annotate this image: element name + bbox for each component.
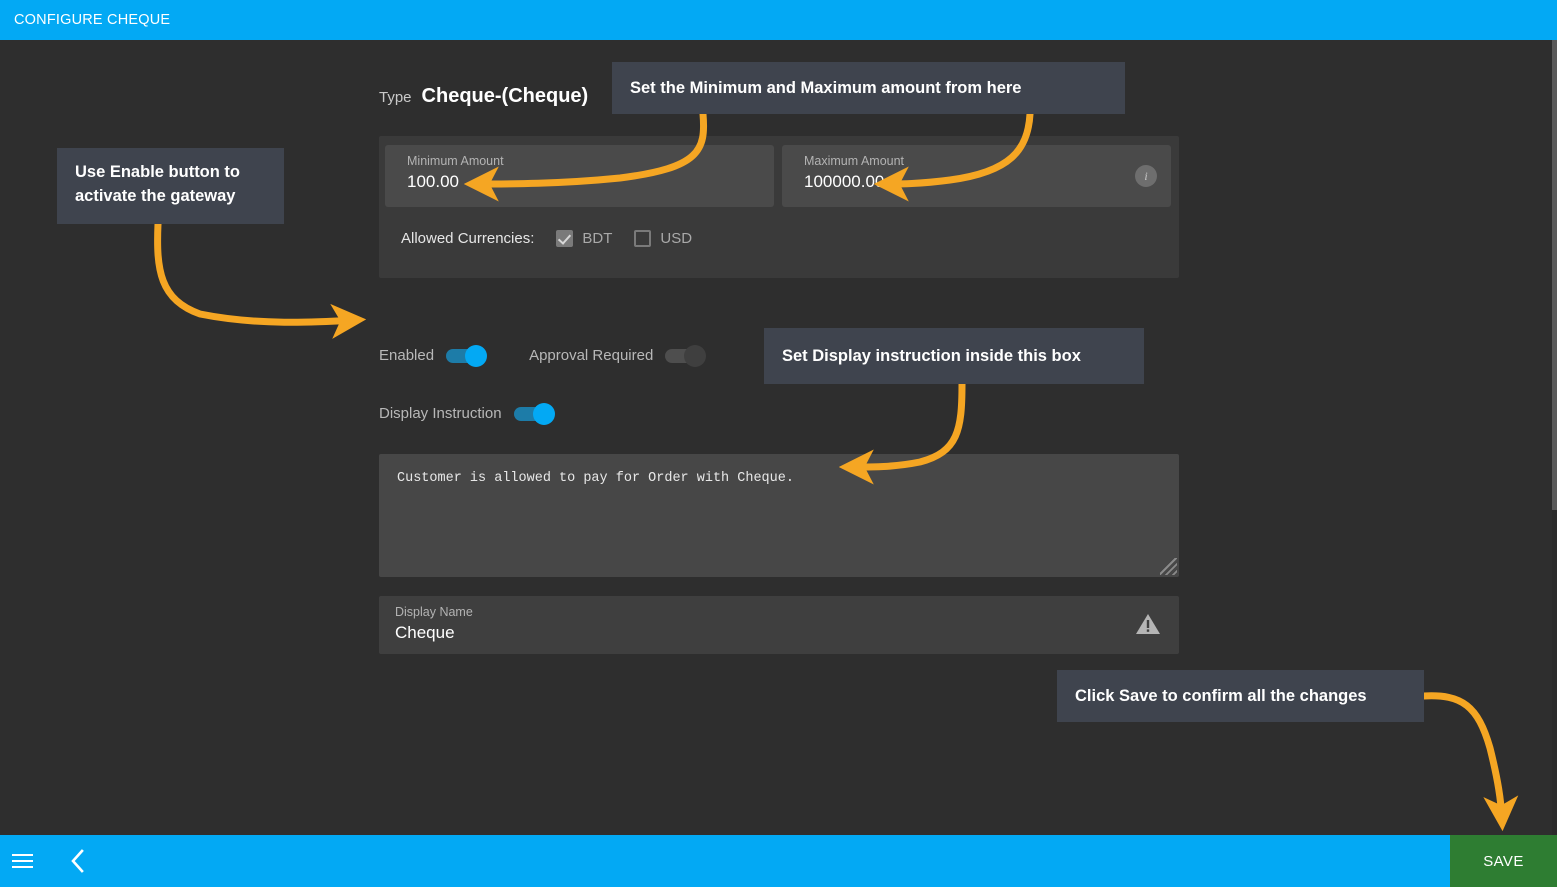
toggle-display-instruction[interactable]: Display Instruction — [379, 402, 555, 425]
checkbox-checked-icon[interactable] — [556, 230, 574, 247]
vertical-scrollbar-thumb[interactable] — [1552, 40, 1557, 510]
currency-label-bdt: BDT — [582, 230, 613, 247]
maximum-amount-value[interactable]: 100000.00 — [804, 169, 1159, 195]
save-button[interactable]: SAVE — [1450, 835, 1557, 887]
type-label: Type — [379, 89, 412, 106]
maximum-amount-label: Maximum Amount — [804, 154, 905, 168]
maximum-amount-field[interactable]: Maximum Amount 100000.00 i — [782, 145, 1171, 207]
toggle-knob — [465, 344, 488, 367]
display-instruction-textarea[interactable] — [379, 454, 1179, 577]
toggle-approval-required[interactable]: Approval Required — [529, 344, 707, 367]
currency-label-usd: USD — [660, 230, 693, 247]
display-name-value[interactable]: Cheque — [395, 620, 1179, 645]
chevron-left-glyph — [71, 849, 84, 873]
chevron-left-icon[interactable] — [56, 835, 100, 887]
gateway-type-row: Type Cheque-(Cheque) — [379, 85, 588, 108]
allowed-currencies-row: Allowed Currencies: BDT USD — [401, 230, 714, 247]
callout-min-max-amount: Set the Minimum and Maximum amount from … — [612, 62, 1125, 114]
callout-enable-gateway: Use Enable button to activate the gatewa… — [57, 148, 284, 224]
toggle-enabled-switch[interactable] — [446, 344, 488, 367]
amount-fields-row: Minimum Amount 100.00 Maximum Amount 100… — [385, 145, 1171, 207]
top-app-bar: CONFIGURE CHEQUE — [0, 0, 1557, 40]
type-value: Cheque-(Cheque) — [421, 85, 589, 107]
minimum-amount-value[interactable]: 100.00 — [407, 169, 762, 195]
callout-save-changes: Click Save to confirm all the changes — [1057, 670, 1424, 722]
info-icon[interactable]: i — [1135, 165, 1157, 187]
toggle-row-secondary: Display Instruction — [379, 402, 555, 425]
toggle-knob — [684, 344, 707, 367]
toggle-display-instruction-switch[interactable] — [513, 402, 555, 425]
display-name-field[interactable]: Display Name Cheque — [379, 596, 1179, 654]
currency-option-bdt[interactable]: BDT — [556, 230, 612, 247]
page-title: CONFIGURE CHEQUE — [14, 12, 171, 28]
amount-settings-panel: Minimum Amount 100.00 Maximum Amount 100… — [379, 136, 1179, 278]
toggle-row-primary: Enabled Approval Required — [379, 344, 707, 367]
toggle-enabled[interactable]: Enabled — [379, 344, 488, 367]
minimum-amount-field[interactable]: Minimum Amount 100.00 — [385, 145, 774, 207]
display-name-label: Display Name — [395, 605, 473, 619]
toggle-approval-label: Approval Required — [529, 347, 654, 364]
bottom-app-bar: SAVE — [0, 835, 1557, 887]
toggle-enabled-label: Enabled — [379, 347, 435, 364]
hamburger-lines — [11, 850, 33, 872]
checkbox-unchecked-icon[interactable] — [634, 230, 652, 247]
toggle-knob — [532, 402, 555, 425]
toggle-display-instruction-label: Display Instruction — [379, 405, 502, 422]
minimum-amount-label: Minimum Amount — [407, 154, 504, 168]
toggle-approval-switch[interactable] — [665, 344, 707, 367]
warning-triangle-icon — [1136, 614, 1160, 634]
hamburger-menu-icon[interactable] — [0, 835, 44, 887]
allowed-currencies-label: Allowed Currencies: — [401, 230, 535, 247]
currency-option-usd[interactable]: USD — [634, 230, 692, 247]
callout-display-instruction: Set Display instruction inside this box — [764, 328, 1144, 384]
